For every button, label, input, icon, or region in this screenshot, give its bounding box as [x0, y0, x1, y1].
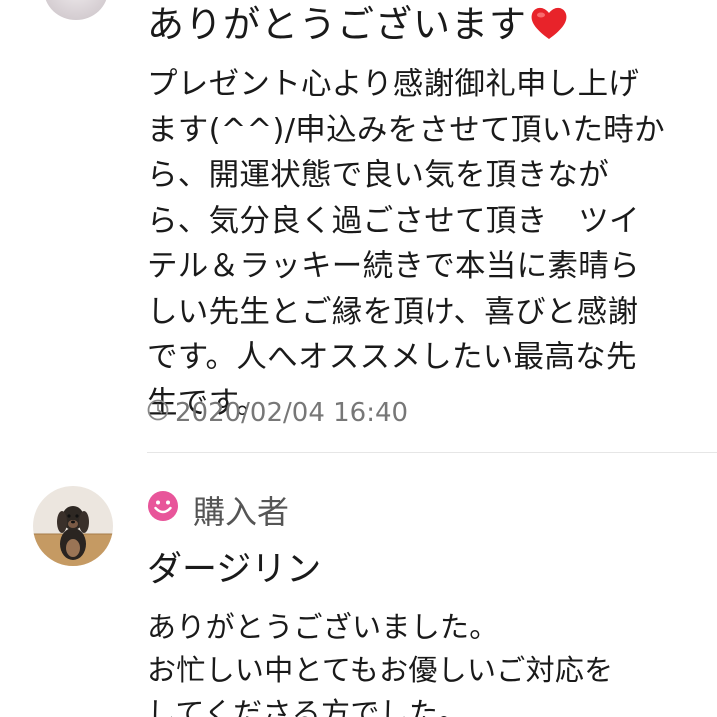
author-name: ダージリン [147, 550, 322, 590]
review-body-line: テル＆ラッキー続きで本当に素晴ら [147, 249, 640, 284]
review-body: プレゼント心より感謝御礼申し上げ ます(^^)/申込みをさせて頂いた時か ら、開… [147, 62, 707, 426]
review-body-line: ら、開運状態で良い気を頂きなが [147, 158, 609, 193]
smile-icon [147, 490, 179, 530]
review-body-line: ます(^^)/申込みをさせて頂いた時か [147, 112, 665, 148]
review-body-line: しい先生とご縁を頂け、喜びと感謝 [147, 294, 639, 330]
timestamp-text: 2020/02/04 16:40 [175, 398, 409, 428]
review-body-line: してくださる方でした。 [147, 696, 468, 717]
clock-icon [147, 398, 169, 428]
review-body-line: プレゼント心より感謝御礼申し上げ [147, 67, 640, 102]
review-body: ありがとうございました。 お忙しい中とてもお優しいご対応を してくださる方でした… [147, 606, 717, 717]
divider [147, 452, 717, 453]
buyer-role: 購入者 [147, 488, 289, 532]
review-body-line: です。人へオススメしたい最高な先 [147, 340, 637, 375]
review-timestamp: 2020/02/04 16:40 [147, 394, 408, 432]
review-body-line: ありがとうございました。 [147, 610, 499, 644]
heart-icon [529, 5, 569, 52]
review-body-line: お忙しい中とてもお優しいご対応を [147, 653, 614, 687]
buyer-role-label: 購入者 [193, 493, 290, 531]
avatar[interactable] [33, 486, 113, 566]
avatar[interactable] [44, 0, 108, 20]
review-body-line: ら、気分良く過ごさせて頂き ツイ [147, 203, 640, 239]
review-title-text: ありがとうございます [147, 3, 527, 46]
review-list: ありがとうございます プレゼント心より感謝御礼申し上げ ます(^^)/申込みをさ… [0, 0, 717, 717]
review-title: ありがとうございます [147, 2, 569, 52]
